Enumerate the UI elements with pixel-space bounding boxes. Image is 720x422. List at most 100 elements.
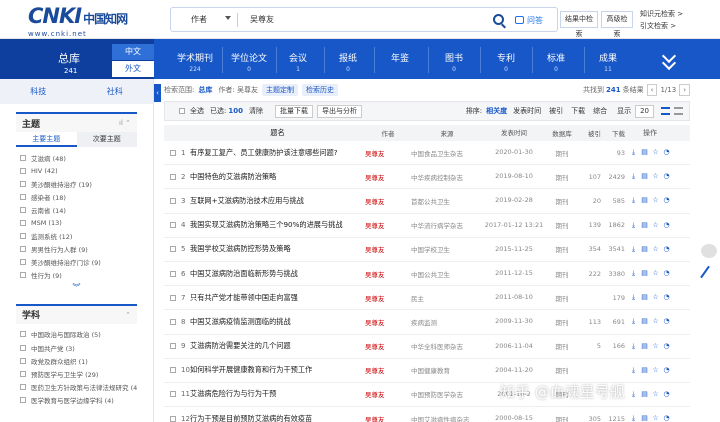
row-title-link[interactable]: 艾滋病防治需要关注的几个问题 <box>190 341 365 351</box>
topic-item[interactable]: 男男性行为人群 (9) <box>20 243 137 256</box>
search-field-select[interactable]: 作者 <box>171 14 237 25</box>
clear-button[interactable]: 清除 <box>249 106 263 116</box>
row-cite-count[interactable]: 113 <box>579 318 601 326</box>
row-cite-count[interactable]: 107 <box>579 173 601 181</box>
checkbox[interactable] <box>20 396 26 403</box>
download-icon[interactable]: ⤓ <box>630 366 637 374</box>
nav-item-achievement[interactable]: 成果 11 <box>588 39 628 79</box>
read-icon[interactable]: ▤ <box>641 197 648 204</box>
download-icon[interactable]: ⤓ <box>630 342 637 350</box>
checkbox[interactable] <box>20 206 26 213</box>
header-title[interactable]: 题名 <box>190 128 365 138</box>
checkbox[interactable] <box>20 370 26 377</box>
row-download-count[interactable]: 1215 <box>601 415 625 422</box>
row-title-link[interactable]: 如何科学开展健康教育和行为干预工作 <box>190 365 365 375</box>
search-history-tag[interactable]: 检索历史 <box>301 84 338 96</box>
search-icon[interactable] <box>493 14 504 25</box>
read-icon[interactable]: ▤ <box>641 221 648 229</box>
row-source-link[interactable]: 中华流行病学杂志 <box>411 220 483 230</box>
row-title-link[interactable]: 中国艾滋病疫情监测面临的挑战 <box>190 317 365 327</box>
read-icon[interactable]: ▤ <box>641 149 648 156</box>
row-checkbox[interactable] <box>170 270 176 277</box>
download-icon[interactable]: ⤓ <box>630 318 637 325</box>
show-more-icon[interactable]: ︾ <box>16 282 137 294</box>
row-title-link[interactable]: 行为干预是目前预防艾滋病的有效疫苗 <box>190 414 365 422</box>
download-icon[interactable]: ⤓ <box>630 221 637 229</box>
lang-chinese-button[interactable]: 中文 <box>112 44 154 60</box>
cite-icon[interactable]: ◔ <box>663 221 670 229</box>
checkbox[interactable] <box>20 357 26 364</box>
row-download-count[interactable]: 585 <box>601 197 625 205</box>
favorite-icon[interactable]: ☆ <box>652 149 659 156</box>
header-cite[interactable]: 被引 <box>579 128 601 138</box>
row-checkbox[interactable] <box>170 149 176 156</box>
collapse-sidebar-icon[interactable]: ‹ <box>154 84 161 102</box>
read-icon[interactable]: ▤ <box>641 294 648 301</box>
header-author[interactable]: 作者 <box>365 128 411 138</box>
row-source-link[interactable]: 中国艾滋病性病杂志 <box>411 414 483 422</box>
favorite-icon[interactable]: ☆ <box>652 221 659 229</box>
row-title-link[interactable]: 我国学校艾滋病防控形势及策略 <box>190 244 365 254</box>
favorite-icon[interactable]: ☆ <box>652 390 659 398</box>
read-icon[interactable]: ▤ <box>641 318 648 325</box>
row-source-link[interactable]: 中国食品卫生杂志 <box>411 148 483 158</box>
nav-item-yearbook[interactable]: 年鉴 <box>380 39 420 79</box>
favorite-icon[interactable]: ☆ <box>652 415 659 422</box>
read-icon[interactable]: ▤ <box>641 390 648 398</box>
read-icon[interactable]: ▤ <box>641 342 648 350</box>
pen-icon[interactable] <box>700 265 710 279</box>
topic-item[interactable]: 美沙酮维持治疗 (19) <box>20 177 137 190</box>
tab-social-science[interactable]: 社科 <box>77 86 154 97</box>
search-input[interactable] <box>238 15 468 24</box>
cite-icon[interactable]: ◔ <box>663 342 670 350</box>
cite-icon[interactable]: ◔ <box>663 390 670 398</box>
topic-facet-header[interactable]: 主题 ıl ⌃ <box>16 112 137 132</box>
checkbox[interactable] <box>20 383 26 390</box>
row-source-link[interactable]: 中国预防医学杂志 <box>411 389 483 399</box>
row-title-link[interactable]: 我国实现艾滋病防治策略三个90%的进展与挑战 <box>190 220 365 230</box>
row-source-link[interactable]: 中国公共卫生 <box>411 269 483 279</box>
ask-button[interactable]: 问答 <box>515 15 543 26</box>
row-author-link[interactable]: 吴尊友 <box>365 148 411 158</box>
nav-item-thesis[interactable]: 学位论文 0 <box>224 39 274 79</box>
row-author-link[interactable]: 吴尊友 <box>365 220 411 230</box>
row-author-link[interactable]: 吴尊友 <box>365 293 411 303</box>
row-checkbox[interactable] <box>170 173 176 180</box>
row-checkbox[interactable] <box>170 391 176 398</box>
checkbox[interactable] <box>20 344 26 351</box>
row-author-link[interactable]: 吴尊友 <box>365 244 411 254</box>
read-icon[interactable]: ▤ <box>641 415 648 422</box>
read-icon[interactable]: ▤ <box>641 270 648 277</box>
favorite-icon[interactable]: ☆ <box>652 270 659 277</box>
checkbox[interactable] <box>20 180 26 187</box>
row-download-count[interactable]: 2429 <box>601 173 625 181</box>
chat-bubble-icon[interactable] <box>701 244 717 258</box>
nav-item-journal[interactable]: 学术期刊 224 <box>170 39 220 79</box>
row-source-link[interactable]: 中国健康教育 <box>411 365 483 375</box>
row-cite-count[interactable]: 354 <box>579 245 601 253</box>
cite-icon[interactable]: ◔ <box>663 366 670 374</box>
subject-item[interactable]: 中国共产党 (3) <box>20 341 137 354</box>
cite-icon[interactable]: ◔ <box>663 197 670 204</box>
row-author-link[interactable]: 吴尊友 <box>365 317 411 327</box>
cite-icon[interactable]: ◔ <box>663 245 670 253</box>
checkbox[interactable] <box>20 167 26 174</box>
nav-item-standard[interactable]: 标准 0 <box>536 39 576 79</box>
row-source-link[interactable]: 中国学校卫生 <box>411 244 483 254</box>
row-author-link[interactable]: 吴尊友 <box>365 172 411 182</box>
row-cite-count[interactable]: 5 <box>579 342 601 350</box>
subject-item[interactable]: 政党及群众组织 (1) <box>20 354 137 367</box>
favorite-icon[interactable]: ☆ <box>652 366 659 374</box>
row-title-link[interactable]: 艾滋病危险行为与行为干预 <box>190 389 365 399</box>
topic-item[interactable]: 性行为 (9) <box>20 269 137 282</box>
nav-item-newspaper[interactable]: 报纸 0 <box>328 39 368 79</box>
cite-icon[interactable]: ◔ <box>663 270 670 277</box>
row-checkbox[interactable] <box>170 294 176 301</box>
header-database[interactable]: 数据库 <box>545 128 579 138</box>
topic-item[interactable]: HIV (42) <box>20 164 137 177</box>
favorite-icon[interactable]: ☆ <box>652 173 659 180</box>
favorite-icon[interactable]: ☆ <box>652 318 659 325</box>
cite-icon[interactable]: ◔ <box>663 294 670 301</box>
favorite-icon[interactable]: ☆ <box>652 197 659 204</box>
row-checkbox[interactable] <box>170 246 176 253</box>
